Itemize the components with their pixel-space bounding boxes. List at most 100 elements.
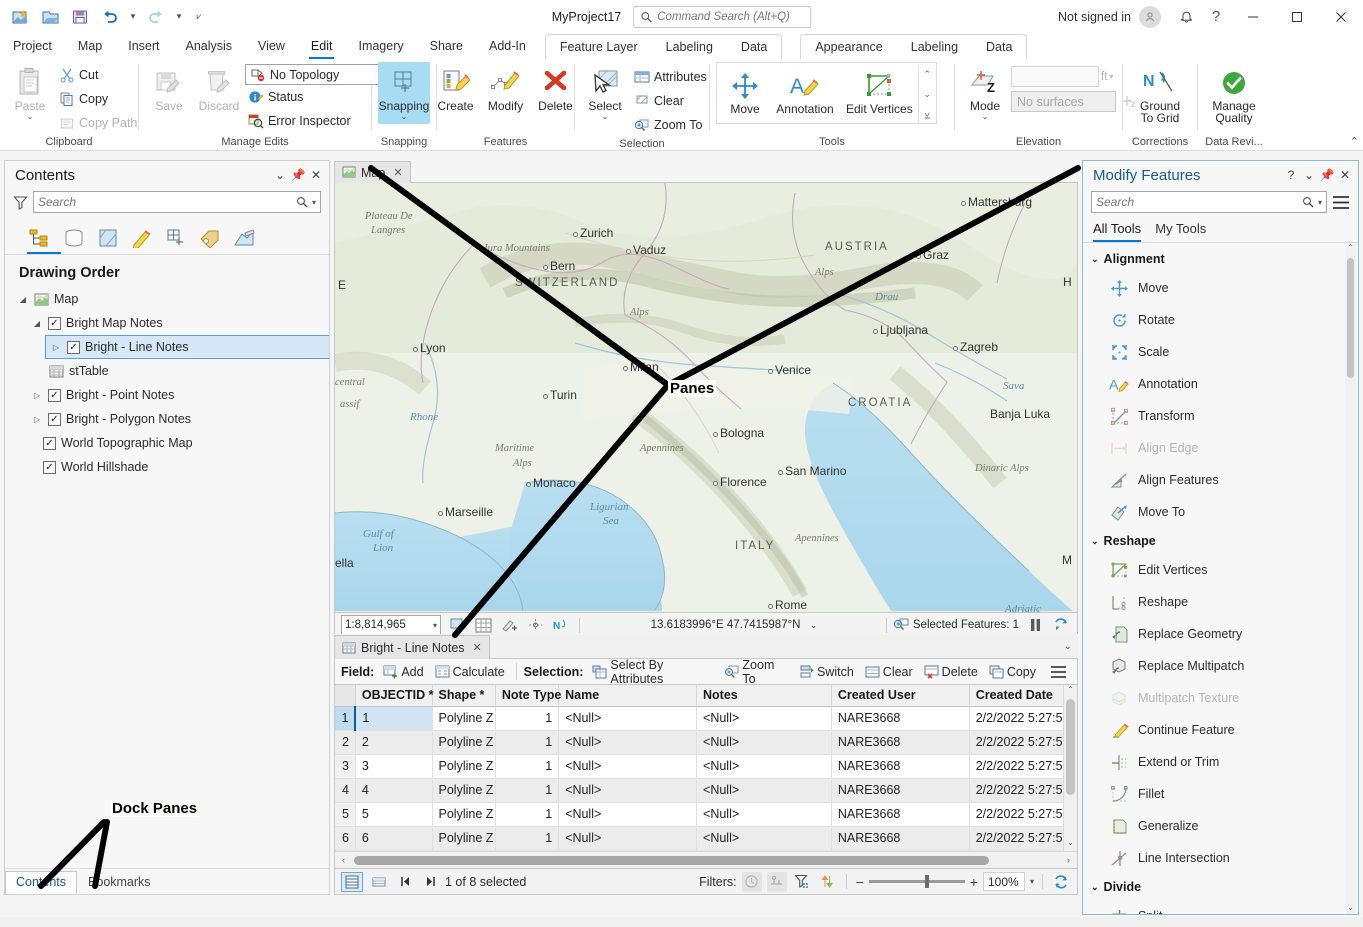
hscroll-right-icon[interactable]: › bbox=[1062, 855, 1075, 865]
sort-filter-icon[interactable] bbox=[817, 872, 837, 892]
chevron-down-icon[interactable]: ⌄ bbox=[1091, 254, 1099, 265]
delete-selection-button[interactable]: Delete bbox=[920, 663, 982, 681]
delete-button[interactable]: Delete bbox=[532, 62, 580, 113]
gallery-down-icon[interactable]: ⌄ bbox=[919, 85, 936, 103]
table-row[interactable]: 55Polyline Z1<Null><Null>NARE36682/2/202… bbox=[335, 802, 1077, 826]
cell-created-date[interactable]: 2/2/2022 5:27:57 PM bbox=[969, 706, 1076, 730]
mf-tool-edit-vertices[interactable]: Edit Vertices bbox=[1083, 554, 1358, 586]
cell-created-user[interactable]: NARE3668 bbox=[831, 802, 969, 826]
toc-item-sttable[interactable]: stTable bbox=[9, 359, 329, 383]
cell-created-user[interactable]: NARE3668 bbox=[831, 730, 969, 754]
cell-objectid[interactable]: 5 bbox=[355, 802, 432, 826]
mf-scroll-down-icon[interactable]: ⌄ bbox=[1347, 903, 1354, 912]
cell-created-user[interactable]: NARE3668 bbox=[831, 826, 969, 850]
zoom-slider-track[interactable] bbox=[869, 880, 965, 883]
mf-scroll-thumb[interactable] bbox=[1347, 258, 1354, 378]
cell-name[interactable]: <Null> bbox=[559, 778, 697, 802]
ground-to-grid-button[interactable]: N Ground To Grid bbox=[1129, 62, 1191, 124]
ribbon-tab-view[interactable]: View bbox=[245, 34, 298, 59]
open-project-icon[interactable] bbox=[36, 4, 64, 30]
cell-created-user[interactable]: NARE3668 bbox=[831, 706, 969, 730]
column-header-objectid[interactable]: OBJECTID * bbox=[355, 685, 432, 706]
ribbon-tab-labeling-2[interactable]: Labeling bbox=[897, 35, 972, 60]
undo-icon[interactable] bbox=[96, 4, 124, 30]
map-tab-overflow-icon[interactable]: ⌄ bbox=[1064, 166, 1072, 177]
cell-created-date[interactable]: 2/2/2022 5:27:57 PM bbox=[969, 802, 1076, 826]
search-options-caret-icon[interactable]: ▾ bbox=[1318, 198, 1322, 207]
notifications-icon[interactable] bbox=[1171, 4, 1201, 30]
attribute-table-close-icon[interactable]: ✕ bbox=[473, 641, 482, 654]
toc-checkbox-world-hillshade[interactable]: ✓ bbox=[43, 461, 56, 474]
list-by-selection-icon[interactable] bbox=[95, 225, 121, 251]
table-zoom-value[interactable]: 100% bbox=[983, 872, 1025, 891]
mf-tool-align-features[interactable]: Align Features bbox=[1083, 464, 1358, 496]
select-button[interactable]: Select ⌄ bbox=[581, 62, 629, 121]
table-row[interactable]: 44Polyline Z1<Null><Null>NARE36682/2/202… bbox=[335, 778, 1077, 802]
redo-dropdown-icon[interactable]: ▾ bbox=[172, 4, 186, 30]
save-edits-button[interactable]: Save bbox=[145, 62, 193, 113]
ribbon-tab-imagery[interactable]: Imagery bbox=[345, 34, 416, 59]
switch-selection-button[interactable]: Switch bbox=[795, 663, 858, 681]
toc-item-bright-polygon-notes[interactable]: ▷ ✓ Bright - Polygon Notes bbox=[9, 407, 329, 431]
elevation-unit-caret-icon[interactable]: ▾ bbox=[1109, 72, 1113, 81]
table-row[interactable]: 11Polyline Z1<Null><Null>NARE36682/2/202… bbox=[335, 706, 1077, 730]
select-all-corner[interactable] bbox=[335, 685, 355, 706]
clear-selection-button[interactable]: Clear bbox=[631, 89, 712, 113]
chevron-down-icon[interactable]: ⌄ bbox=[1091, 536, 1099, 547]
column-header-created-user[interactable]: Created User bbox=[831, 685, 969, 706]
cell-note-type[interactable]: 1 bbox=[495, 802, 558, 826]
cell-shape[interactable]: Polyline Z bbox=[432, 802, 495, 826]
zoom-to-selection-button[interactable]: Zoom To bbox=[631, 113, 712, 137]
discard-edits-button[interactable]: Discard bbox=[195, 62, 243, 113]
cell-name[interactable]: <Null> bbox=[559, 706, 697, 730]
toc-item-world-topographic-map[interactable]: ✓ World Topographic Map bbox=[9, 431, 329, 455]
row-number-cell[interactable]: 4 bbox=[335, 778, 355, 802]
toc-checkbox-bright-polygon-notes[interactable]: ✓ bbox=[48, 413, 61, 426]
column-header-shape[interactable]: Shape * bbox=[432, 685, 495, 706]
list-by-labeling-icon[interactable] bbox=[197, 225, 223, 251]
new-project-icon[interactable] bbox=[6, 4, 34, 30]
cell-name[interactable]: <Null> bbox=[559, 730, 697, 754]
table-row[interactable]: 33Polyline Z1<Null><Null>NARE36682/2/202… bbox=[335, 754, 1077, 778]
vscroll-up-icon[interactable]: ⌃ bbox=[1064, 685, 1077, 698]
ribbon-tab-feature-layer[interactable]: Feature Layer bbox=[546, 35, 652, 60]
contents-close-icon[interactable]: ✕ bbox=[307, 165, 325, 185]
select-caret-icon[interactable]: ⌄ bbox=[602, 113, 609, 121]
attribute-table-tab[interactable]: Bright - Line Notes ✕ bbox=[334, 635, 490, 659]
modify-features-search-input[interactable] bbox=[1096, 195, 1302, 209]
zoom-slider-knob[interactable] bbox=[925, 875, 929, 888]
cell-note-type[interactable]: 1 bbox=[495, 778, 558, 802]
cell-shape[interactable]: Polyline Z bbox=[432, 706, 495, 730]
collapse-ribbon-icon[interactable]: ⌃ bbox=[1350, 135, 1359, 148]
ribbon-tab-analysis[interactable]: Analysis bbox=[173, 34, 246, 59]
row-number-cell[interactable]: 6 bbox=[335, 826, 355, 850]
cell-shape[interactable]: Polyline Z bbox=[432, 730, 495, 754]
table-row[interactable]: 22Polyline Z1<Null><Null>NARE36682/2/202… bbox=[335, 730, 1077, 754]
snapping-caret-icon[interactable]: ⌄ bbox=[401, 113, 408, 121]
selected-features-tool-icon[interactable] bbox=[447, 615, 467, 635]
error-inspector-button[interactable]: Error Inspector bbox=[245, 109, 380, 133]
expander-down-icon[interactable]: ◢ bbox=[17, 295, 29, 304]
select-by-attributes-button[interactable]: Select By Attributes bbox=[588, 656, 717, 688]
mf-tool-generalize[interactable]: Generalize bbox=[1083, 810, 1358, 842]
contents-search-box[interactable]: ▾ bbox=[33, 191, 321, 213]
ribbon-tab-edit[interactable]: Edit bbox=[298, 34, 346, 59]
mf-tool-transform[interactable]: Transform bbox=[1083, 400, 1358, 432]
toc-checkbox-bright-map-notes[interactable]: ✓ bbox=[48, 317, 61, 330]
ribbon-tab-data-2[interactable]: Data bbox=[972, 35, 1026, 60]
attribute-grid-vscrollbar[interactable]: ⌃ ⌄ bbox=[1063, 685, 1077, 851]
contents-menu-icon[interactable]: ⌄ bbox=[271, 165, 289, 185]
list-by-diagram-icon[interactable] bbox=[231, 225, 257, 251]
mf-tool-fillet[interactable]: Fillet bbox=[1083, 778, 1358, 810]
copy-path-button[interactable]: Copy Path bbox=[56, 111, 142, 135]
map-tab[interactable]: Map ✕ bbox=[334, 161, 411, 183]
list-by-snapping-icon[interactable] bbox=[163, 225, 189, 251]
cell-objectid[interactable]: 1 bbox=[355, 706, 432, 730]
vscroll-thumb[interactable] bbox=[1066, 699, 1075, 795]
cell-objectid[interactable]: 2 bbox=[355, 730, 432, 754]
expander-right-icon[interactable]: ▷ bbox=[31, 391, 43, 400]
ribbon-tab-appearance[interactable]: Appearance bbox=[801, 35, 896, 60]
related-view-mode-icon[interactable] bbox=[368, 872, 390, 892]
refresh-map-icon[interactable] bbox=[1051, 615, 1071, 635]
table-view-mode-icon[interactable] bbox=[341, 872, 363, 892]
